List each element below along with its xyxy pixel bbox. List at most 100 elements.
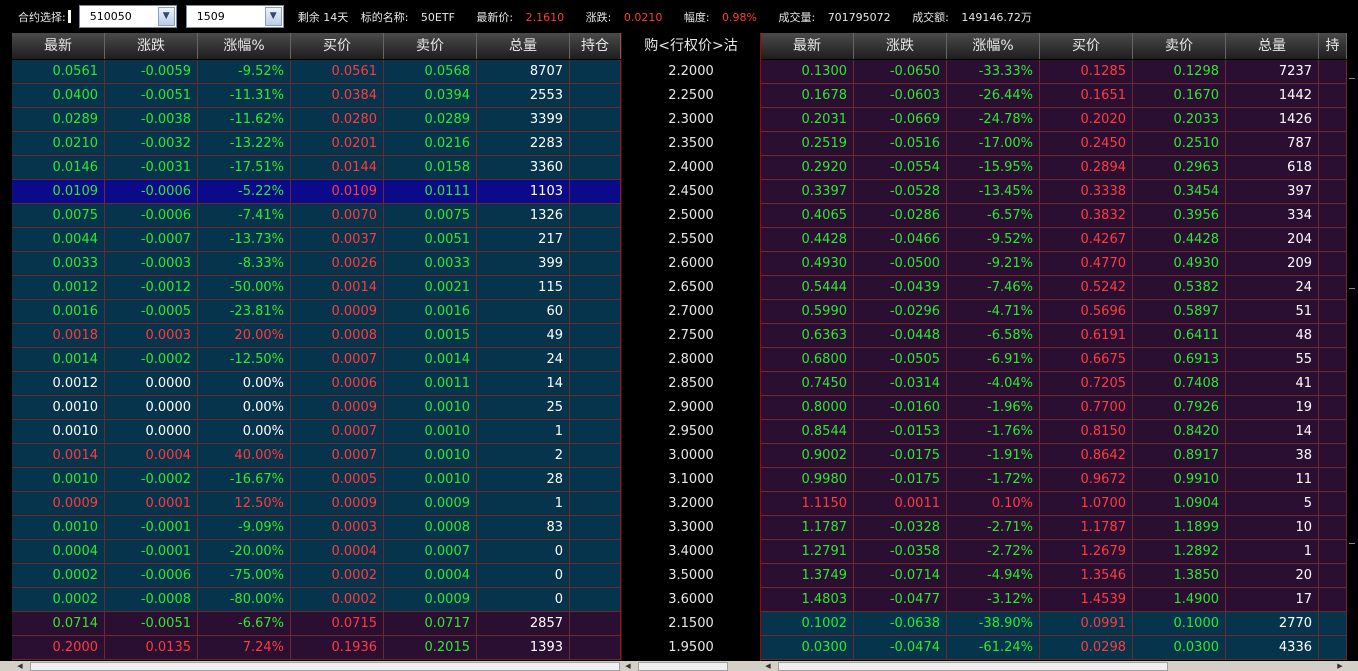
strike-price[interactable]: 2.9500 [622, 420, 760, 444]
put-table-row[interactable]: 1.3749 -0.0714 -4.94% 1.3546 1.3850 20 [761, 564, 1347, 588]
put-table-row[interactable]: 0.5990 -0.0296 -4.71% 0.5696 0.5897 51 [761, 300, 1347, 324]
strike-price[interactable]: 2.8500 [622, 372, 760, 396]
call-table-row[interactable]: 0.0210 -0.0032 -13.22% 0.0201 0.0216 2283 [12, 132, 621, 156]
put-header-col-2[interactable]: 涨幅% [947, 33, 1040, 59]
call-table-row[interactable]: 0.0004 -0.0001 -20.00% 0.0004 0.0007 0 [12, 540, 621, 564]
put-table-row[interactable]: 0.9002 -0.0175 -1.91% 0.8642 0.8917 38 [761, 444, 1347, 468]
call-table-row[interactable]: 0.0010 -0.0001 -9.09% 0.0003 0.0008 83 [12, 516, 621, 540]
put-table-row[interactable]: 1.1787 -0.0328 -2.71% 1.1787 1.1899 10 [761, 516, 1347, 540]
put-header-col-4[interactable]: 卖价 [1133, 33, 1226, 59]
call-table-row[interactable]: 0.0016 -0.0005 -23.81% 0.0009 0.0016 60 [12, 300, 621, 324]
call-table-row[interactable]: 0.0002 -0.0008 -80.00% 0.0002 0.0009 0 [12, 588, 621, 612]
strike-price[interactable]: 3.2000 [622, 492, 760, 516]
call-table-row[interactable]: 0.0010 0.0000 0.00% 0.0007 0.0010 1 [12, 420, 621, 444]
call-table-row[interactable]: 0.0012 -0.0012 -50.00% 0.0014 0.0021 115 [12, 276, 621, 300]
call-header-col-4[interactable]: 卖价 [384, 33, 477, 59]
call-table-row[interactable]: 0.0044 -0.0007 -13.73% 0.0037 0.0051 217 [12, 228, 621, 252]
call-header-col-3[interactable]: 买价 [291, 33, 384, 59]
strike-price[interactable]: 2.7500 [622, 324, 760, 348]
put-table-row[interactable]: 0.8544 -0.0153 -1.76% 0.8150 0.8420 14 [761, 420, 1347, 444]
chevron-down-icon[interactable]: ▼ [157, 7, 175, 26]
put-table-row[interactable]: 1.2791 -0.0358 -2.72% 1.2679 1.2892 1 [761, 540, 1347, 564]
put-header-col-5[interactable]: 总量 [1226, 33, 1319, 59]
call-table-row[interactable]: 0.0014 0.0004 40.00% 0.0007 0.0010 2 [12, 444, 621, 468]
strike-price[interactable]: 2.4000 [622, 156, 760, 180]
put-header-col-0[interactable]: 最新 [761, 33, 854, 59]
vertical-scrollbar[interactable] [1347, 33, 1358, 661]
call-header-col-0[interactable]: 最新 [12, 33, 105, 59]
call-table-row[interactable]: 0.0012 0.0000 0.00% 0.0006 0.0011 14 [12, 372, 621, 396]
strike-price[interactable]: 3.1000 [622, 468, 760, 492]
call-table-row[interactable]: 0.0075 -0.0006 -7.41% 0.0070 0.0075 1326 [12, 204, 621, 228]
strike-price[interactable]: 2.5000 [622, 204, 760, 228]
put-table-row[interactable]: 0.2519 -0.0516 -17.00% 0.2450 0.2510 787 [761, 132, 1347, 156]
call-table-row[interactable]: 0.0002 -0.0006 -75.00% 0.0002 0.0004 0 [12, 564, 621, 588]
call-table-row[interactable]: 0.0289 -0.0038 -11.62% 0.0280 0.0289 3399 [12, 108, 621, 132]
strike-price[interactable]: 3.5000 [622, 564, 760, 588]
put-header-col-1[interactable]: 涨跌 [854, 33, 947, 59]
put-table-row[interactable]: 0.0300 -0.0474 -61.24% 0.0298 0.0300 4336 [761, 636, 1347, 660]
strike-price[interactable]: 2.3500 [622, 132, 760, 156]
strike-price[interactable]: 2.7000 [622, 300, 760, 324]
put-table-row[interactable]: 0.3397 -0.0528 -13.45% 0.3338 0.3454 397 [761, 180, 1347, 204]
strike-price[interactable]: 2.5500 [622, 228, 760, 252]
call-table-row[interactable]: 0.0033 -0.0003 -8.33% 0.0026 0.0033 399 [12, 252, 621, 276]
strike-header[interactable]: 购<行权价>沽 [622, 33, 760, 60]
strike-price[interactable]: 3.0000 [622, 444, 760, 468]
strike-price[interactable]: 2.8000 [622, 348, 760, 372]
call-header-col-6[interactable]: 持仓 [570, 33, 621, 59]
put-table-row[interactable]: 0.1002 -0.0638 -38.90% 0.0991 0.1000 2770 [761, 612, 1347, 636]
scroll-left-icon[interactable]: ◀ [762, 661, 774, 671]
strike-price[interactable]: 2.3000 [622, 108, 760, 132]
call-table-row[interactable]: 0.0018 0.0003 20.00% 0.0008 0.0015 49 [12, 324, 621, 348]
strike-price[interactable]: 3.3000 [622, 516, 760, 540]
strike-price[interactable]: 2.9000 [622, 396, 760, 420]
put-table-row[interactable]: 0.8000 -0.0160 -1.96% 0.7700 0.7926 19 [761, 396, 1347, 420]
strike-price[interactable]: 2.4500 [622, 180, 760, 204]
call-table-row[interactable]: 0.0009 0.0001 12.50% 0.0009 0.0009 1 [12, 492, 621, 516]
call-table-row[interactable]: 0.0146 -0.0031 -17.51% 0.0144 0.0158 3360 [12, 156, 621, 180]
strike-price[interactable]: 2.6000 [622, 252, 760, 276]
put-table-row[interactable]: 0.4065 -0.0286 -6.57% 0.3832 0.3956 334 [761, 204, 1347, 228]
scroll-right-icon[interactable]: ▶ [1334, 661, 1346, 671]
put-table-row[interactable]: 0.6363 -0.0448 -6.58% 0.6191 0.6411 48 [761, 324, 1347, 348]
call-table-row[interactable]: 0.2000 0.0135 7.24% 0.1936 0.2015 1393 [12, 636, 621, 660]
put-header-col-6[interactable]: 持 [1319, 33, 1347, 59]
put-table-row[interactable]: 0.4428 -0.0466 -9.52% 0.4267 0.4428 204 [761, 228, 1347, 252]
call-table-row[interactable]: 0.0010 0.0000 0.00% 0.0009 0.0010 25 [12, 396, 621, 420]
underlying-select[interactable]: 510050 ▼ [78, 5, 177, 28]
scroll-left-icon[interactable]: ◀ [622, 661, 634, 671]
put-scroll-thumb[interactable] [778, 662, 1168, 671]
put-table-row[interactable]: 0.1678 -0.0603 -26.44% 0.1651 0.1670 1442 [761, 84, 1347, 108]
put-table-row[interactable]: 1.4803 -0.0477 -3.12% 1.4539 1.4900 17 [761, 588, 1347, 612]
strike-price[interactable]: 2.1500 [622, 612, 760, 636]
put-table-row[interactable]: 0.1300 -0.0650 -33.33% 0.1285 0.1298 7237 [761, 60, 1347, 84]
strike-price[interactable]: 2.2000 [622, 60, 760, 84]
strike-scroll-thumb[interactable] [638, 662, 728, 671]
put-table-row[interactable]: 0.6800 -0.0505 -6.91% 0.6675 0.6913 55 [761, 348, 1347, 372]
call-header-col-5[interactable]: 总量 [477, 33, 570, 59]
put-table-row[interactable]: 0.2920 -0.0554 -15.95% 0.2894 0.2963 618 [761, 156, 1347, 180]
call-header-col-2[interactable]: 涨幅% [198, 33, 291, 59]
call-scroll-thumb[interactable] [30, 662, 620, 671]
put-table-row[interactable]: 0.4930 -0.0500 -9.21% 0.4770 0.4930 209 [761, 252, 1347, 276]
put-table-row[interactable]: 1.1150 0.0011 0.10% 1.0700 1.0904 5 [761, 492, 1347, 516]
scroll-left-icon[interactable]: ◀ [14, 661, 26, 671]
put-table-row[interactable]: 0.9980 -0.0175 -1.72% 0.9672 0.9910 11 [761, 468, 1347, 492]
put-table-row[interactable]: 0.5444 -0.0439 -7.46% 0.5242 0.5382 24 [761, 276, 1347, 300]
month-select[interactable]: 1509 ▼ [185, 5, 284, 28]
strike-price[interactable]: 2.2500 [622, 84, 760, 108]
call-table-row[interactable]: 0.0109 -0.0006 -5.22% 0.0109 0.0111 1103 [12, 180, 621, 204]
strike-price[interactable]: 1.9500 [622, 636, 760, 660]
strike-price[interactable]: 3.6000 [622, 588, 760, 612]
put-header-col-3[interactable]: 买价 [1040, 33, 1133, 59]
put-table-row[interactable]: 0.7450 -0.0314 -4.04% 0.7205 0.7408 41 [761, 372, 1347, 396]
strike-price[interactable]: 2.6500 [622, 276, 760, 300]
call-table-row[interactable]: 0.0714 -0.0051 -6.67% 0.0715 0.0717 2857 [12, 612, 621, 636]
call-table-row[interactable]: 0.0010 -0.0002 -16.67% 0.0005 0.0010 28 [12, 468, 621, 492]
put-table-row[interactable]: 0.2031 -0.0669 -24.78% 0.2020 0.2033 1426 [761, 108, 1347, 132]
call-table-row[interactable]: 0.0561 -0.0059 -9.52% 0.0561 0.0568 8707 [12, 60, 621, 84]
call-table-row[interactable]: 0.0014 -0.0002 -12.50% 0.0007 0.0014 24 [12, 348, 621, 372]
strike-price[interactable]: 3.4000 [622, 540, 760, 564]
chevron-down-icon[interactable]: ▼ [264, 7, 282, 26]
